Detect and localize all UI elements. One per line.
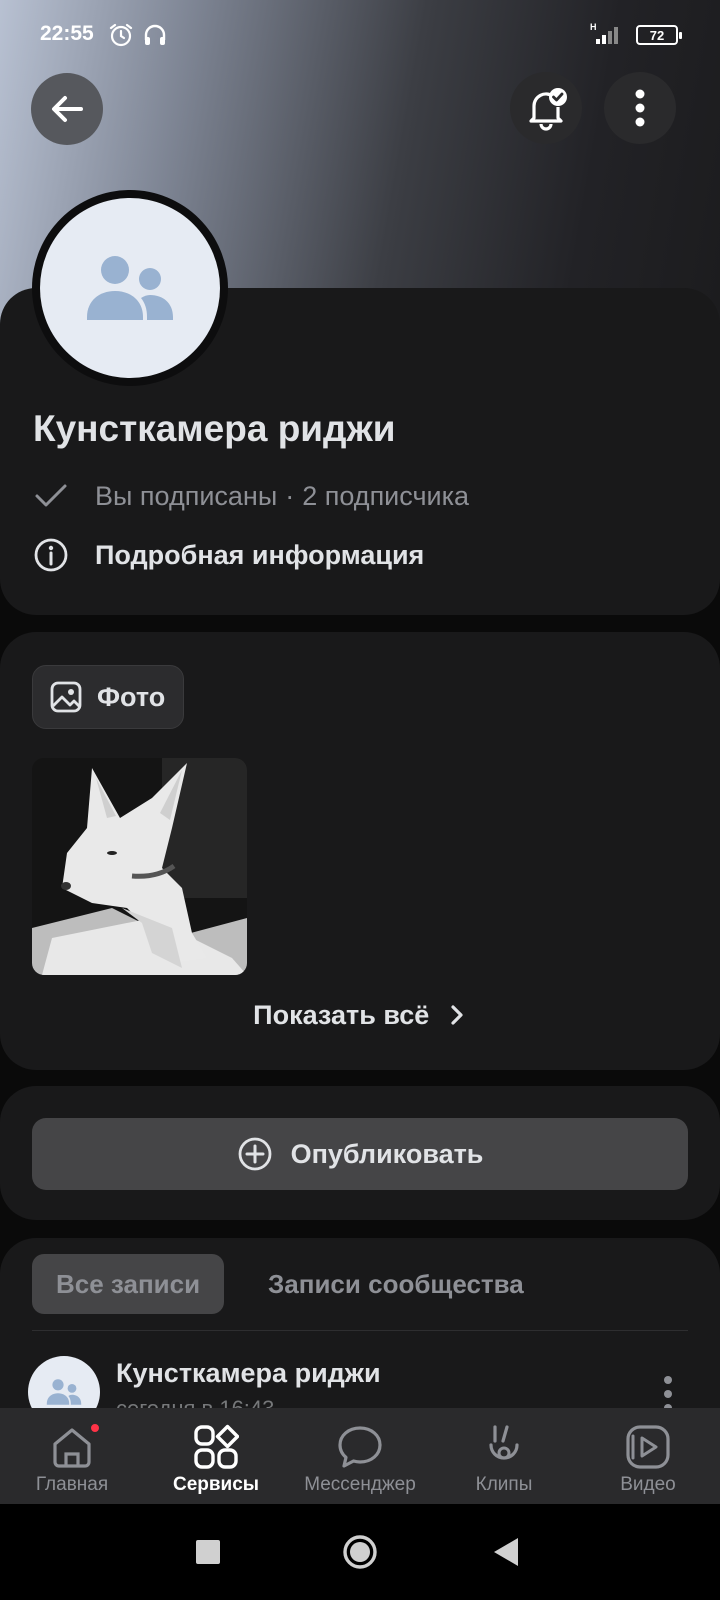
more-vertical-icon	[635, 89, 645, 127]
services-icon	[194, 1424, 239, 1469]
bell-check-icon	[529, 88, 567, 131]
notification-badge	[89, 1422, 101, 1434]
group-name: Кунсткамера риджи	[33, 408, 396, 449]
battery-level: 72	[649, 27, 665, 43]
circle-icon	[343, 1535, 377, 1569]
battery-icon: 72	[636, 25, 682, 45]
separator-dot: ·	[285, 480, 295, 511]
image-icon	[49, 680, 83, 714]
svg-text:H: H	[590, 22, 597, 32]
back-button[interactable]	[31, 73, 103, 145]
tabbar-label: Видео	[620, 1474, 676, 1495]
status-time: 22:55	[40, 22, 94, 45]
back-system-button[interactable]	[494, 1538, 518, 1566]
tabbar-item-clips[interactable]: Клипы	[432, 1408, 576, 1504]
tabbar-label: Сервисы	[172, 1474, 260, 1495]
tabbar-label: Мессенджер	[304, 1474, 416, 1495]
publish-button[interactable]: Опубликовать	[32, 1118, 688, 1190]
group-icon	[87, 256, 173, 320]
tabbar-label: Клипы	[475, 1474, 533, 1495]
subscribers-count[interactable]: 2 подписчика	[302, 481, 469, 512]
info-icon	[33, 537, 69, 573]
arrow-left-icon	[52, 96, 83, 122]
group-icon	[46, 1379, 82, 1405]
details-label: Подробная информация	[95, 539, 425, 570]
tabbar-item-messenger[interactable]: Мессенджер	[288, 1408, 432, 1504]
more-options-button[interactable]	[604, 72, 676, 144]
photos-chip[interactable]: Фото	[32, 665, 185, 729]
chevron-right-icon	[451, 1005, 463, 1025]
post-author-name[interactable]: Кунсткамера риджи	[116, 1358, 381, 1389]
chat-icon	[338, 1426, 382, 1468]
bottom-tab-bar: Главная Сервисы Мессенджер Клипы Видео	[0, 1408, 720, 1504]
square-icon	[196, 1540, 220, 1564]
signal-icon: H	[590, 22, 618, 44]
home-system-button[interactable]	[342, 1534, 378, 1570]
system-navigation-bar	[0, 1504, 720, 1600]
photos-chip-label: Фото	[97, 681, 166, 712]
status-bar: 22:55 H 72	[0, 0, 720, 70]
clips-icon	[489, 1425, 519, 1460]
home-icon	[53, 1428, 91, 1468]
show-all-label: Показать всё	[253, 1000, 430, 1030]
details-row[interactable]: Подробная информация	[33, 537, 424, 573]
publish-label: Опубликовать	[290, 1138, 484, 1169]
recents-button[interactable]	[196, 1540, 220, 1564]
group-avatar[interactable]	[32, 190, 228, 386]
tab-community-posts[interactable]: Записи сообщества	[244, 1254, 548, 1314]
photo-thumbnail[interactable]	[32, 758, 247, 975]
add-circle-icon	[237, 1136, 273, 1172]
subscription-row[interactable]: Вы подписаны · 2 подписчика	[33, 478, 469, 514]
photo-dog-image	[32, 758, 247, 975]
headset-icon	[144, 24, 166, 45]
notifications-button[interactable]	[510, 72, 582, 144]
check-icon	[33, 478, 69, 514]
tabbar-item-video[interactable]: Видео	[576, 1408, 720, 1504]
divider	[32, 1330, 688, 1331]
group-avatar-image	[40, 198, 220, 378]
video-icon	[626, 1425, 670, 1469]
subscribed-label: Вы подписаны	[95, 480, 278, 511]
show-all-link[interactable]: Показать всё	[0, 1000, 720, 1031]
tab-all-posts[interactable]: Все записи	[32, 1254, 225, 1314]
alarm-icon	[109, 23, 133, 47]
tabbar-item-services[interactable]: Сервисы	[144, 1408, 288, 1504]
tabbar-label: Главная	[35, 1474, 109, 1495]
tabbar-item-home[interactable]: Главная	[0, 1408, 144, 1504]
triangle-back-icon	[494, 1538, 518, 1566]
